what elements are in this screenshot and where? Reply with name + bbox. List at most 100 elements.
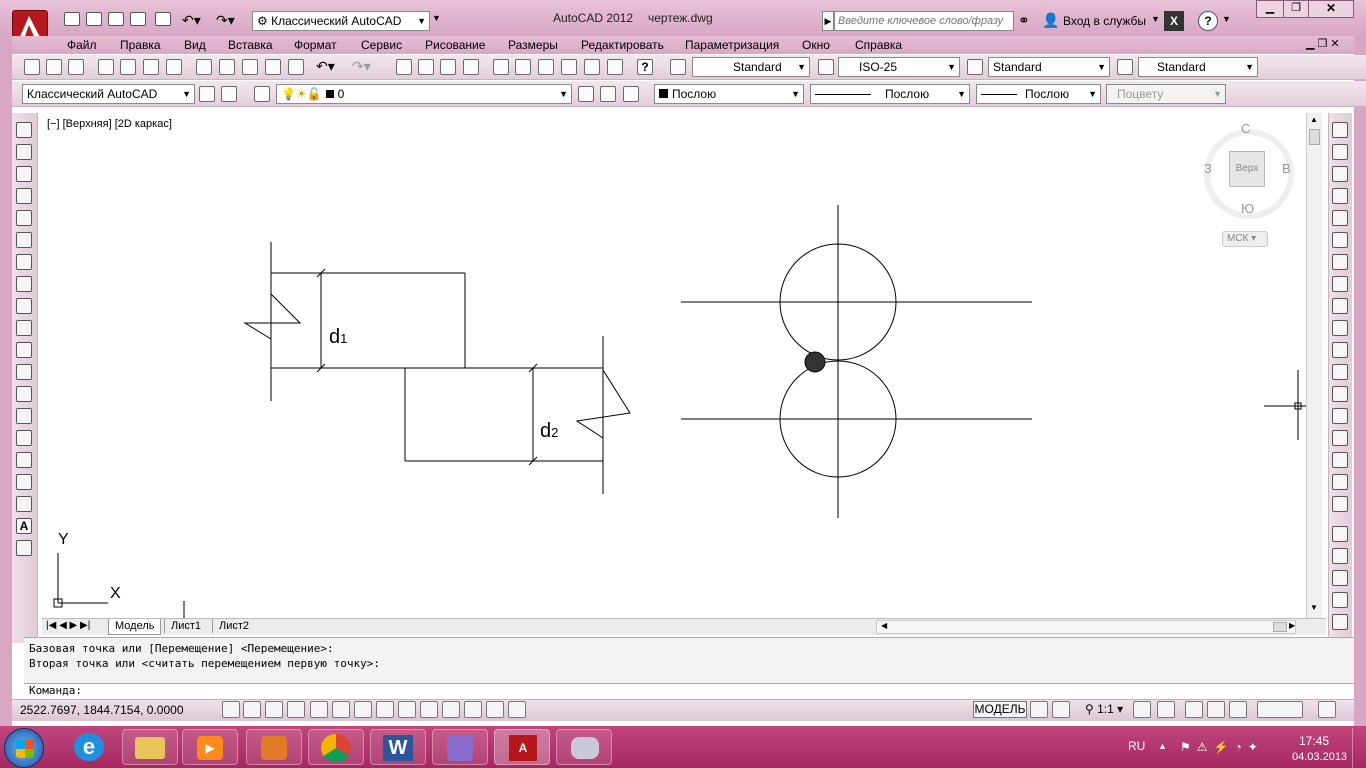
text-to-front-icon[interactable] [1332, 614, 1348, 630]
hatch-icon[interactable] [16, 430, 32, 446]
polygon-icon[interactable] [16, 188, 32, 204]
search-input[interactable] [834, 11, 1014, 31]
match-properties-icon[interactable] [265, 59, 281, 75]
tab-nav-arrows[interactable]: |◀ ◀ ▶ ▶| [46, 620, 90, 631]
layer-state-icon[interactable] [623, 86, 639, 102]
explorer-icon[interactable] [122, 729, 178, 765]
circle-icon[interactable] [16, 254, 32, 270]
chrome-icon[interactable] [308, 729, 364, 765]
menu-parametric[interactable]: Параметризация [685, 38, 779, 52]
viewcube-north[interactable]: С [1241, 121, 1250, 136]
transparency-icon[interactable] [464, 701, 482, 718]
plotstyle-select[interactable]: Поцвету ▼ [1106, 84, 1226, 104]
workspace-settings-icon[interactable] [199, 86, 215, 102]
snap-mode-icon[interactable] [243, 701, 261, 718]
horizontal-scrollbar[interactable]: ◀ ▶ [876, 620, 1296, 634]
offset-icon[interactable] [1332, 188, 1348, 204]
scroll-left-arrow[interactable]: ◀ [881, 621, 887, 630]
quick-properties-icon[interactable] [486, 701, 504, 718]
scroll-right-arrow[interactable]: ▶ [1289, 621, 1295, 630]
help-icon[interactable]: ? [637, 59, 653, 75]
3d-print-icon[interactable] [166, 59, 182, 75]
tray-expand-icon[interactable]: ▲ [1158, 741, 1167, 751]
qat-dropdown-icon[interactable]: ▼ [432, 13, 441, 23]
viewcube-east[interactable]: В [1282, 161, 1291, 176]
rotate-icon[interactable] [1332, 254, 1348, 270]
cut-icon[interactable] [196, 59, 212, 75]
design-center-icon[interactable] [515, 59, 531, 75]
lineweight-select[interactable]: Послою ▼ [976, 84, 1101, 104]
erase-icon[interactable] [1332, 122, 1348, 138]
text-style-icon[interactable] [670, 59, 686, 75]
break-at-point-icon[interactable] [1332, 364, 1348, 380]
join-icon[interactable] [1332, 408, 1348, 424]
mleader-style-icon[interactable] [1117, 59, 1133, 75]
infer-constraints-icon[interactable] [222, 701, 240, 718]
arc-icon[interactable] [16, 232, 32, 248]
menu-draw[interactable]: Рисование [425, 38, 485, 52]
stretch-icon[interactable] [1332, 298, 1348, 314]
object-snap-tracking-icon[interactable] [376, 701, 394, 718]
paint-icon[interactable] [432, 729, 488, 765]
tab-layout2[interactable]: Лист2 [212, 619, 255, 633]
clean-screen-icon[interactable] [221, 86, 237, 102]
doc-window-controls[interactable]: ▁ ❐ ✕ [1306, 37, 1340, 50]
clock-time[interactable]: 17:45 [1299, 734, 1329, 748]
spline-icon[interactable] [16, 298, 32, 314]
make-block-icon[interactable] [16, 386, 32, 402]
save-as-icon[interactable] [130, 12, 146, 26]
minimize-button[interactable]: ▁ [1256, 0, 1284, 18]
undo-icon[interactable]: ↶▾ [182, 12, 201, 29]
show-desktop-button[interactable] [1352, 728, 1366, 768]
add-selected-icon[interactable] [16, 540, 32, 556]
language-indicator[interactable]: RU [1128, 739, 1145, 753]
table-style-icon[interactable] [967, 59, 983, 75]
autocad-taskbar-icon[interactable]: A [494, 729, 550, 765]
annotation-visibility-icon[interactable] [1133, 701, 1151, 718]
plot-preview-icon[interactable] [120, 59, 136, 75]
viewcube-face-top[interactable]: Верх [1229, 151, 1265, 187]
command-input[interactable]: Команда: [24, 683, 1354, 698]
layer-select[interactable]: 💡☀🔓 0 ▼ [276, 84, 572, 104]
annotation-scale[interactable]: ⚲ 1:1 ▾ [1085, 702, 1123, 716]
trim-icon[interactable] [1332, 320, 1348, 336]
properties-icon[interactable] [493, 59, 509, 75]
quick-view-layouts-icon[interactable] [1030, 701, 1048, 718]
revision-cloud-icon[interactable] [16, 276, 32, 292]
exchange-icon[interactable]: X [1164, 11, 1184, 31]
auto-scale-icon[interactable] [1157, 701, 1175, 718]
menu-view[interactable]: Вид [184, 38, 206, 52]
menu-modify[interactable]: Редактировать [581, 38, 664, 52]
blend-curves-icon[interactable] [1332, 474, 1348, 490]
user-icon[interactable]: 👤 [1042, 12, 1059, 29]
dim-style-select[interactable]: ISO-25 ▼ [838, 57, 960, 77]
workspace-select[interactable]: ⚙ Классический AutoCAD ▼ [252, 11, 430, 31]
line-icon[interactable] [16, 122, 32, 138]
tray-icons[interactable]: ⚑⚠⚡◔✦ [1180, 740, 1264, 754]
ellipse-arc-icon[interactable] [16, 342, 32, 358]
menu-insert[interactable]: Вставка [228, 38, 273, 52]
zoom-window-icon[interactable] [440, 59, 456, 75]
calculator-icon[interactable] [607, 59, 623, 75]
pan-icon[interactable] [396, 59, 412, 75]
open-icon[interactable] [46, 59, 62, 75]
app-taskbar-icon[interactable] [556, 729, 612, 765]
ellipse-icon[interactable] [16, 320, 32, 336]
mirror-icon[interactable] [1332, 166, 1348, 182]
viewcube-west[interactable]: З [1204, 161, 1212, 176]
dynamic-input-icon[interactable] [420, 701, 438, 718]
rectangle-icon[interactable] [16, 210, 32, 226]
workspace-toolbar-select[interactable]: Классический AutoCAD ▼ [22, 84, 195, 104]
dim-style-icon[interactable] [818, 59, 834, 75]
zoom-realtime-icon[interactable] [418, 59, 434, 75]
draw-order-front-icon[interactable] [1332, 526, 1348, 542]
isolate-objects-icon[interactable] [1257, 701, 1303, 718]
menu-tools[interactable]: Сервис [361, 38, 402, 52]
sheet-set-icon[interactable] [561, 59, 577, 75]
quick-view-drawings-icon[interactable] [1052, 701, 1070, 718]
help-icon[interactable]: ? [1198, 11, 1218, 31]
signin-link[interactable]: Вход в службы [1063, 14, 1146, 28]
chamfer-icon[interactable] [1332, 430, 1348, 446]
lineweight-toggle-icon[interactable] [442, 701, 460, 718]
signin-dropdown-icon[interactable]: ▼ [1151, 14, 1160, 24]
